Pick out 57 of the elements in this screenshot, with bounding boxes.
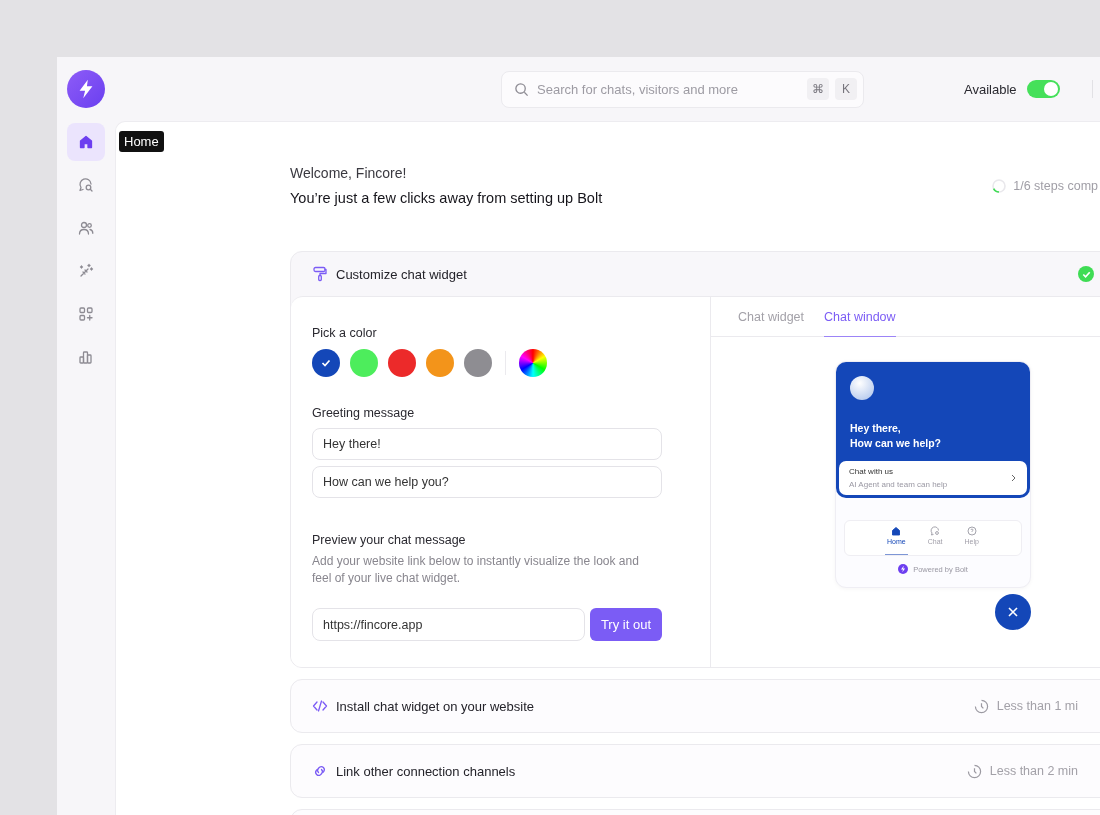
step-title: Customize chat widget: [336, 266, 467, 282]
clock-icon: [973, 698, 989, 714]
welcome-subtitle: You’re just a few clicks away from setting up Bolt: [290, 189, 603, 208]
color-swatch[interactable]: [426, 349, 454, 377]
bar-chart-icon: [78, 349, 94, 365]
code-icon: [312, 698, 328, 714]
chat-icon: [930, 526, 941, 536]
preview-tab[interactable]: Chat window: [824, 297, 896, 337]
chat-with-us-card[interactable]: Chat with us AI Agent and team can help: [839, 461, 1027, 495]
search-field[interactable]: Search for chats, visitors and more ⌘ K: [501, 70, 864, 108]
avatar-icon: [850, 376, 874, 400]
close-button[interactable]: [995, 594, 1031, 630]
search-icon: [514, 81, 529, 97]
bolt-logo-icon: [898, 564, 909, 574]
nav-tooltip: Home: [119, 131, 164, 152]
progress-ring-icon: [991, 178, 1008, 194]
clock-icon: [966, 763, 982, 779]
apps-grid-icon: [78, 306, 94, 322]
preview-label: Preview your chat message: [312, 533, 467, 547]
url-input[interactable]: https://fincore.app: [312, 608, 585, 641]
availability-toggle[interactable]: [1026, 80, 1060, 98]
try-it-out-button[interactable]: Try it out: [589, 608, 662, 641]
help-icon: [966, 526, 977, 536]
chat-search-icon: [78, 177, 94, 193]
color-label: Pick a color: [312, 326, 378, 340]
link-icon: [312, 763, 328, 779]
greeting-input[interactable]: Hey there!: [312, 428, 662, 460]
preview-description: Add your website link below to instantly visualize the look and feel of your live chat widget.: [312, 553, 640, 587]
logo-icon[interactable]: [67, 70, 105, 108]
step-title: Install chat widget on your website: [336, 698, 534, 714]
chevron-right-icon: [1009, 474, 1017, 482]
step-title: Link other connection channels: [336, 763, 516, 779]
paint-roller-icon: [312, 266, 328, 282]
shortcut-key: K: [835, 78, 857, 100]
status-label: Available: [964, 81, 1017, 97]
progress-label: 1/6 steps comp: [1013, 179, 1098, 193]
users-icon: [78, 220, 94, 236]
color-swatch[interactable]: [388, 349, 416, 377]
close-icon: [1007, 606, 1019, 618]
duration-label: Less than 1 mi: [996, 699, 1078, 713]
home-icon: [891, 526, 902, 536]
color-swatch[interactable]: [464, 349, 492, 377]
home-icon: [78, 134, 94, 150]
widget-heading: Hey there, How can we help?: [850, 421, 942, 451]
duration-label: Less than 2 min: [989, 764, 1078, 778]
greeting-label: Greeting message: [312, 406, 416, 420]
check-icon: [320, 357, 332, 369]
search-input[interactable]: Search for chats, visitors and more: [535, 80, 801, 98]
preview-tab[interactable]: Chat widget: [738, 297, 804, 337]
greeting-input[interactable]: How can we help you?: [312, 466, 662, 498]
home-nav-button[interactable]: [67, 123, 105, 161]
magic-wand-icon: [78, 263, 94, 279]
welcome-heading: Welcome, Fincore!: [290, 164, 408, 183]
custom-color-picker[interactable]: [519, 349, 547, 377]
shortcut-key: ⌘: [807, 78, 829, 100]
color-swatch[interactable]: [312, 349, 340, 377]
color-swatch[interactable]: [350, 349, 378, 377]
